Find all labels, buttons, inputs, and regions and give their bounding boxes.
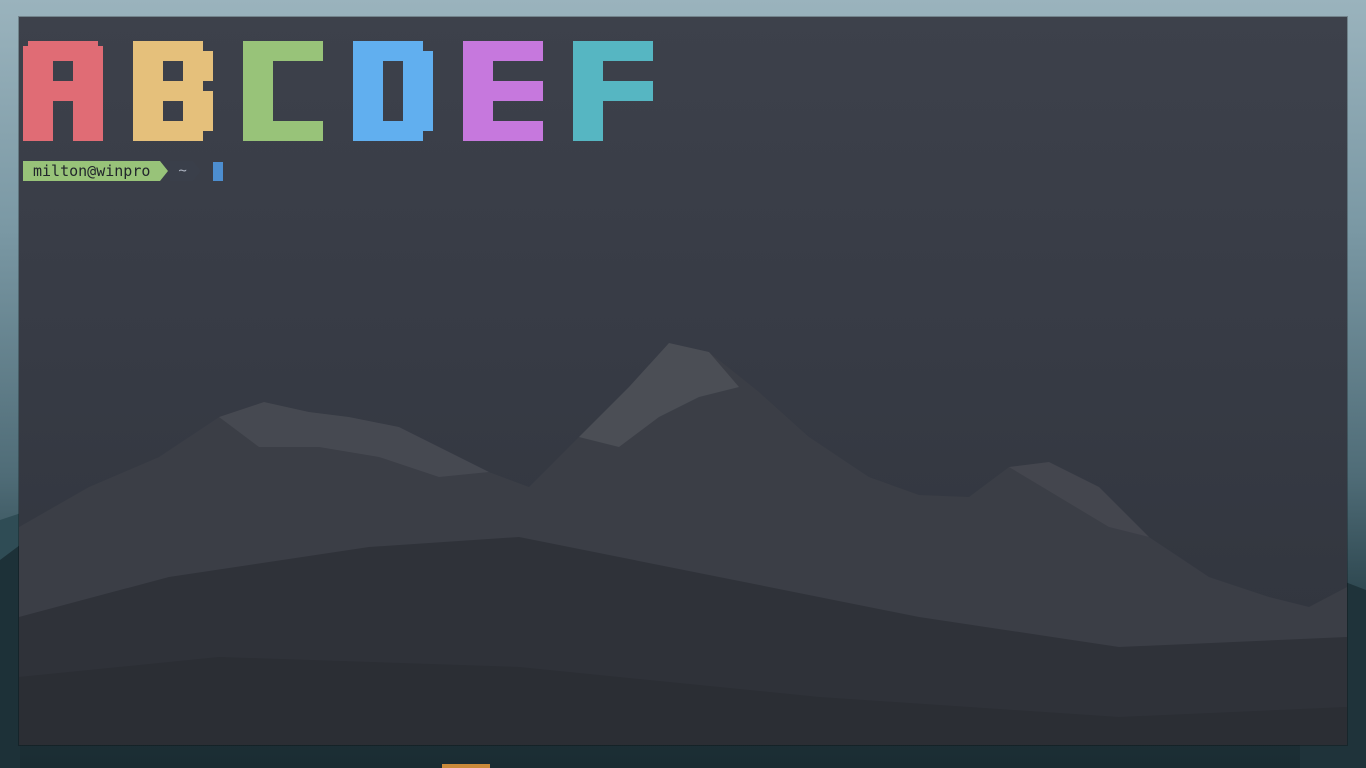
banner-letter-b (133, 41, 213, 141)
ascii-art-banner (23, 41, 653, 141)
banner-letter-c (243, 41, 323, 141)
taskbar-active-indicator[interactable] (442, 764, 490, 768)
banner-letter-d (353, 41, 433, 141)
prompt-user-host: milton@winpro (23, 161, 161, 181)
powerline-arrow-icon (192, 161, 201, 181)
banner-letter-a (23, 41, 103, 141)
prompt-directory: ~ (170, 161, 193, 181)
powerline-arrow-icon (160, 161, 169, 181)
shell-prompt: milton@winpro ~ (23, 161, 223, 181)
terminal-window[interactable]: milton@winpro ~ (19, 17, 1347, 745)
banner-letter-f (573, 41, 653, 141)
block-cursor-icon[interactable] (212, 161, 223, 181)
banner-letter-e (463, 41, 543, 141)
